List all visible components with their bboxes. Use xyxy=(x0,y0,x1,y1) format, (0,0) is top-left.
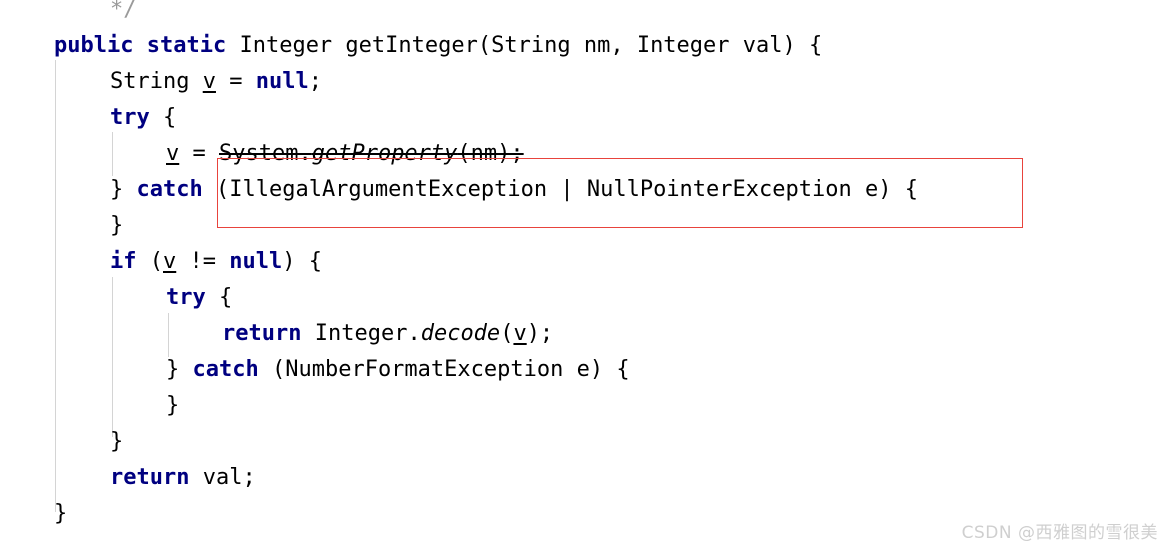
token-keyword: public xyxy=(54,33,134,58)
code-text: } xyxy=(0,393,179,418)
token-field: v xyxy=(202,69,216,94)
token-keyword: try xyxy=(166,285,206,310)
code-text: return Integer.decode(v); xyxy=(0,321,553,346)
token-plain: (NumberFormatException e) { xyxy=(258,357,630,382)
token-keyword: static xyxy=(146,33,227,58)
token-keyword: return xyxy=(110,465,190,490)
token-keyword: return xyxy=(222,321,302,346)
token-plain: ( xyxy=(136,249,163,274)
token-plain: String xyxy=(110,69,203,94)
token-field: v xyxy=(166,141,180,166)
code-editor-view: */ public static Integer getInteger(Strin… xyxy=(0,0,1172,551)
token-deprecated: (nm); xyxy=(457,141,524,166)
token-plain: { xyxy=(149,105,177,130)
code-text: } xyxy=(0,213,123,238)
line-declare-v[interactable]: String v = null; xyxy=(0,64,1172,100)
code-text: v = System.getProperty(nm); xyxy=(0,141,524,166)
code-text: String v = null; xyxy=(0,69,322,94)
line-return-val[interactable]: return val; xyxy=(0,460,1172,496)
code-text: try { xyxy=(0,285,232,310)
token-plain: } xyxy=(110,213,124,238)
token-keyword: catch xyxy=(136,177,203,202)
token-keyword: null xyxy=(229,249,283,274)
code-text: public static Integer getInteger(String … xyxy=(0,33,822,58)
token-plain: Integer. xyxy=(301,321,421,346)
line-close-inner-catch[interactable]: } xyxy=(0,388,1172,424)
code-text: } xyxy=(0,429,123,454)
token-plain: } xyxy=(110,177,137,202)
line-try-open[interactable]: try { xyxy=(0,100,1172,136)
token-keyword: null xyxy=(255,69,309,94)
line-catch-nfe[interactable]: } catch (NumberFormatException e) { xyxy=(0,352,1172,388)
token-plain: ; xyxy=(308,69,322,94)
line-get-property[interactable]: v = System.getProperty(nm); xyxy=(0,136,1172,172)
token-field: v xyxy=(163,249,177,274)
token-keyword: try xyxy=(110,105,150,130)
line-close-catch[interactable]: } xyxy=(0,208,1172,244)
token-field: v xyxy=(513,321,527,346)
token-plain: val; xyxy=(189,465,256,490)
watermark: CSDN @西雅图的雪很美 xyxy=(961,523,1158,543)
code-text: return val; xyxy=(0,465,256,490)
token-plain: } xyxy=(110,429,124,454)
token-deprecated-static: getProperty xyxy=(311,141,458,166)
token-plain: } xyxy=(166,357,193,382)
line-if-not-null[interactable]: if (v != null) { xyxy=(0,244,1172,280)
token-plain: (IllegalArgumentException | NullPointerE… xyxy=(202,177,918,202)
code-text: } catch (IllegalArgumentException | Null… xyxy=(0,177,918,202)
line-close-if[interactable]: } xyxy=(0,424,1172,460)
token-keyword: if xyxy=(110,249,137,274)
code-text: */ xyxy=(0,0,137,22)
code-text: } xyxy=(0,501,67,526)
token-deprecated: System. xyxy=(219,141,312,166)
code-text: } catch (NumberFormatException e) { xyxy=(0,357,630,382)
token-plain: ); xyxy=(526,321,554,346)
line-catch-multi[interactable]: } catch (IllegalArgumentException | Null… xyxy=(0,172,1172,208)
token-plain: = xyxy=(215,69,256,94)
token-keyword: catch xyxy=(192,357,259,382)
token-plain: = xyxy=(179,141,219,166)
line-return-decode[interactable]: return Integer.decode(v); xyxy=(0,316,1172,352)
token-plain: } xyxy=(54,501,68,526)
line-comment-end[interactable]: */ xyxy=(0,0,1172,28)
token-static: decode xyxy=(420,321,501,346)
code-text: if (v != null) { xyxy=(0,249,322,274)
line-method-signature[interactable]: public static Integer getInteger(String … xyxy=(0,28,1172,64)
token-plain: { xyxy=(205,285,233,310)
token-comment: */ xyxy=(110,0,137,22)
token-plain: ( xyxy=(500,321,514,346)
token-plain: ) { xyxy=(282,249,322,274)
token-plain: } xyxy=(166,393,180,418)
line-inner-try[interactable]: try { xyxy=(0,280,1172,316)
token-plain: Integer getInteger(String nm, Integer va… xyxy=(226,33,823,58)
token-plain: != xyxy=(176,249,230,274)
code-text: try { xyxy=(0,105,176,130)
